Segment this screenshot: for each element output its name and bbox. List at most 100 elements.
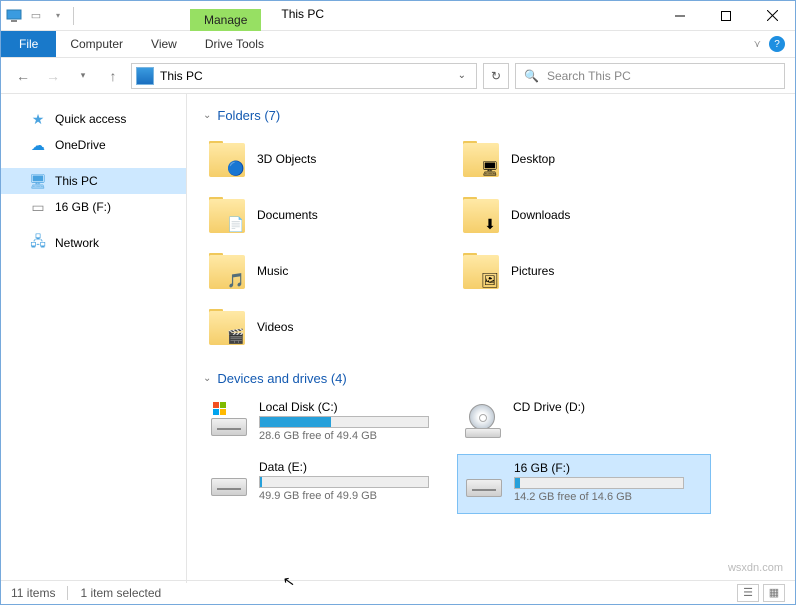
drive-icon: ▭ — [29, 198, 47, 216]
folder-label: Downloads — [511, 208, 570, 222]
drive-name: CD Drive (D:) — [513, 400, 705, 414]
sidebar-item-label: 16 GB (F:) — [55, 200, 111, 214]
search-placeholder: Search This PC — [547, 69, 631, 83]
folder-label: 3D Objects — [257, 152, 316, 166]
up-button[interactable]: ↑ — [101, 64, 125, 88]
folder-downloads[interactable]: ⬇ Downloads — [457, 187, 711, 243]
sidebar-item-label: Quick access — [55, 112, 126, 126]
folder-label: Desktop — [511, 152, 555, 166]
drive-free-text: 28.6 GB free of 49.4 GB — [259, 430, 451, 442]
disc-icon — [469, 404, 495, 430]
drive-name: Local Disk (C:) — [259, 400, 451, 414]
address-bar[interactable]: This PC ⌄ — [131, 63, 477, 89]
back-button[interactable]: ← — [11, 64, 35, 88]
folder-desktop[interactable]: 🖥 Desktop — [457, 131, 711, 187]
folder-music[interactable]: 🎵 Music — [203, 243, 457, 299]
properties-icon[interactable]: ▭ — [27, 7, 45, 25]
drive-cd-drive-d-[interactable]: CD Drive (D:) — [457, 394, 711, 454]
search-input[interactable]: 🔍 Search This PC — [515, 63, 785, 89]
details-view-button[interactable]: ☰ — [737, 584, 759, 602]
view-tab[interactable]: View — [137, 31, 191, 57]
close-button[interactable] — [749, 1, 795, 30]
folder-label: Documents — [257, 208, 318, 222]
drives-group-header[interactable]: ⌄ Devices and drives (4) — [203, 371, 779, 386]
drive-icon — [464, 461, 504, 501]
sidebar-item-quick-access[interactable]: ★ Quick access — [1, 106, 186, 132]
chevron-down-icon[interactable]: ▾ — [49, 7, 67, 25]
folder-icon: 🖥 — [461, 139, 501, 179]
location-icon — [136, 67, 154, 85]
sidebar-item-network[interactable]: 🖧 Network — [1, 230, 186, 256]
ribbon-collapse-chevron[interactable]: ⋎ — [754, 39, 761, 50]
sidebar-item-label: OneDrive — [55, 138, 106, 152]
drive-data-e-[interactable]: Data (E:) 49.9 GB free of 49.9 GB — [203, 454, 457, 514]
drive-tools-tab[interactable]: Drive Tools — [191, 31, 278, 57]
navigation-bar: ← → ▾ ↑ This PC ⌄ ↻ 🔍 Search This PC — [1, 58, 795, 94]
recent-dropdown[interactable]: ▾ — [71, 64, 95, 88]
drive-name: Data (E:) — [259, 460, 451, 474]
capacity-bar — [259, 476, 429, 488]
minimize-button[interactable] — [657, 1, 703, 30]
folder-icon: 📄 — [207, 195, 247, 235]
contextual-tab-manage[interactable]: Manage — [190, 9, 261, 31]
item-count: 11 items — [11, 586, 55, 600]
sidebar-item-this-pc[interactable]: 🖥 This PC — [1, 168, 186, 194]
navigation-pane: ★ Quick access ☁ OneDrive 🖥 This PC ▭ 16 GB (F:… — [1, 94, 187, 583]
breadcrumb[interactable]: This PC — [160, 69, 203, 83]
folder-icon: 🖼 — [461, 251, 501, 291]
drive-local-disk-c-[interactable]: Local Disk (C:) 28.6 GB free of 49.4 GB — [203, 394, 457, 454]
drive-icon — [466, 479, 502, 497]
folder-videos[interactable]: 🎬 Videos — [203, 299, 457, 355]
drive-icon — [211, 478, 247, 496]
folder-icon: 🎵 — [207, 251, 247, 291]
sidebar-item-label: Network — [55, 236, 99, 250]
folder-label: Videos — [257, 320, 293, 334]
drive-16-gb-f-[interactable]: 16 GB (F:) 14.2 GB free of 14.6 GB — [457, 454, 711, 514]
folder-icon: 🎬 — [207, 307, 247, 347]
network-icon: 🖧 — [29, 234, 47, 252]
drive-icon — [211, 418, 247, 436]
status-bar: 11 items 1 item selected ☰ ▦ — [1, 580, 795, 604]
selection-count: 1 item selected — [80, 586, 161, 600]
pc-icon[interactable] — [5, 7, 23, 25]
folder-documents[interactable]: 📄 Documents — [203, 187, 457, 243]
sidebar-item-16-gb-f-[interactable]: ▭ 16 GB (F:) — [1, 194, 186, 220]
star-icon: ★ — [29, 110, 47, 128]
icons-view-button[interactable]: ▦ — [763, 584, 785, 602]
content-area: ⌄ Folders (7) 🔵 3D Objects 🖥 Desktop 📄 Docume… — [187, 94, 795, 583]
chevron-down-icon: ⌄ — [203, 110, 211, 121]
folders-group-header[interactable]: ⌄ Folders (7) — [203, 108, 779, 123]
window-title: This PC — [261, 1, 344, 30]
cloud-icon: ☁ — [29, 136, 47, 154]
forward-button[interactable]: → — [41, 64, 65, 88]
title-bar: ▭ ▾ Manage This PC — [1, 1, 795, 31]
refresh-button[interactable]: ↻ — [483, 63, 509, 89]
help-icon[interactable]: ? — [769, 36, 785, 52]
maximize-button[interactable] — [703, 1, 749, 30]
windows-icon — [213, 402, 227, 419]
capacity-bar — [514, 477, 684, 489]
drive-free-text: 49.9 GB free of 49.9 GB — [259, 490, 451, 502]
ribbon: File Computer View Drive Tools ⋎ ? — [1, 31, 795, 58]
pc-icon: 🖥 — [29, 172, 47, 190]
folder-3d-objects[interactable]: 🔵 3D Objects — [203, 131, 457, 187]
file-tab[interactable]: File — [1, 31, 56, 57]
computer-tab[interactable]: Computer — [56, 31, 137, 57]
drive-name: 16 GB (F:) — [514, 461, 704, 475]
chevron-down-icon: ⌄ — [203, 373, 211, 384]
folder-icon: ⬇ — [461, 195, 501, 235]
folder-icon: 🔵 — [207, 139, 247, 179]
folder-label: Pictures — [511, 264, 554, 278]
folder-label: Music — [257, 264, 288, 278]
search-icon: 🔍 — [524, 69, 539, 83]
drive-icon — [209, 400, 249, 440]
watermark: wsxdn.com — [728, 562, 783, 574]
drive-icon — [463, 400, 503, 440]
sidebar-item-onedrive[interactable]: ☁ OneDrive — [1, 132, 186, 158]
sidebar-item-label: This PC — [55, 174, 98, 188]
group-title: Devices and drives (4) — [217, 371, 346, 386]
folder-pictures[interactable]: 🖼 Pictures — [457, 243, 711, 299]
address-dropdown[interactable]: ⌄ — [452, 70, 472, 81]
drive-icon — [209, 460, 249, 500]
group-title: Folders (7) — [217, 108, 280, 123]
